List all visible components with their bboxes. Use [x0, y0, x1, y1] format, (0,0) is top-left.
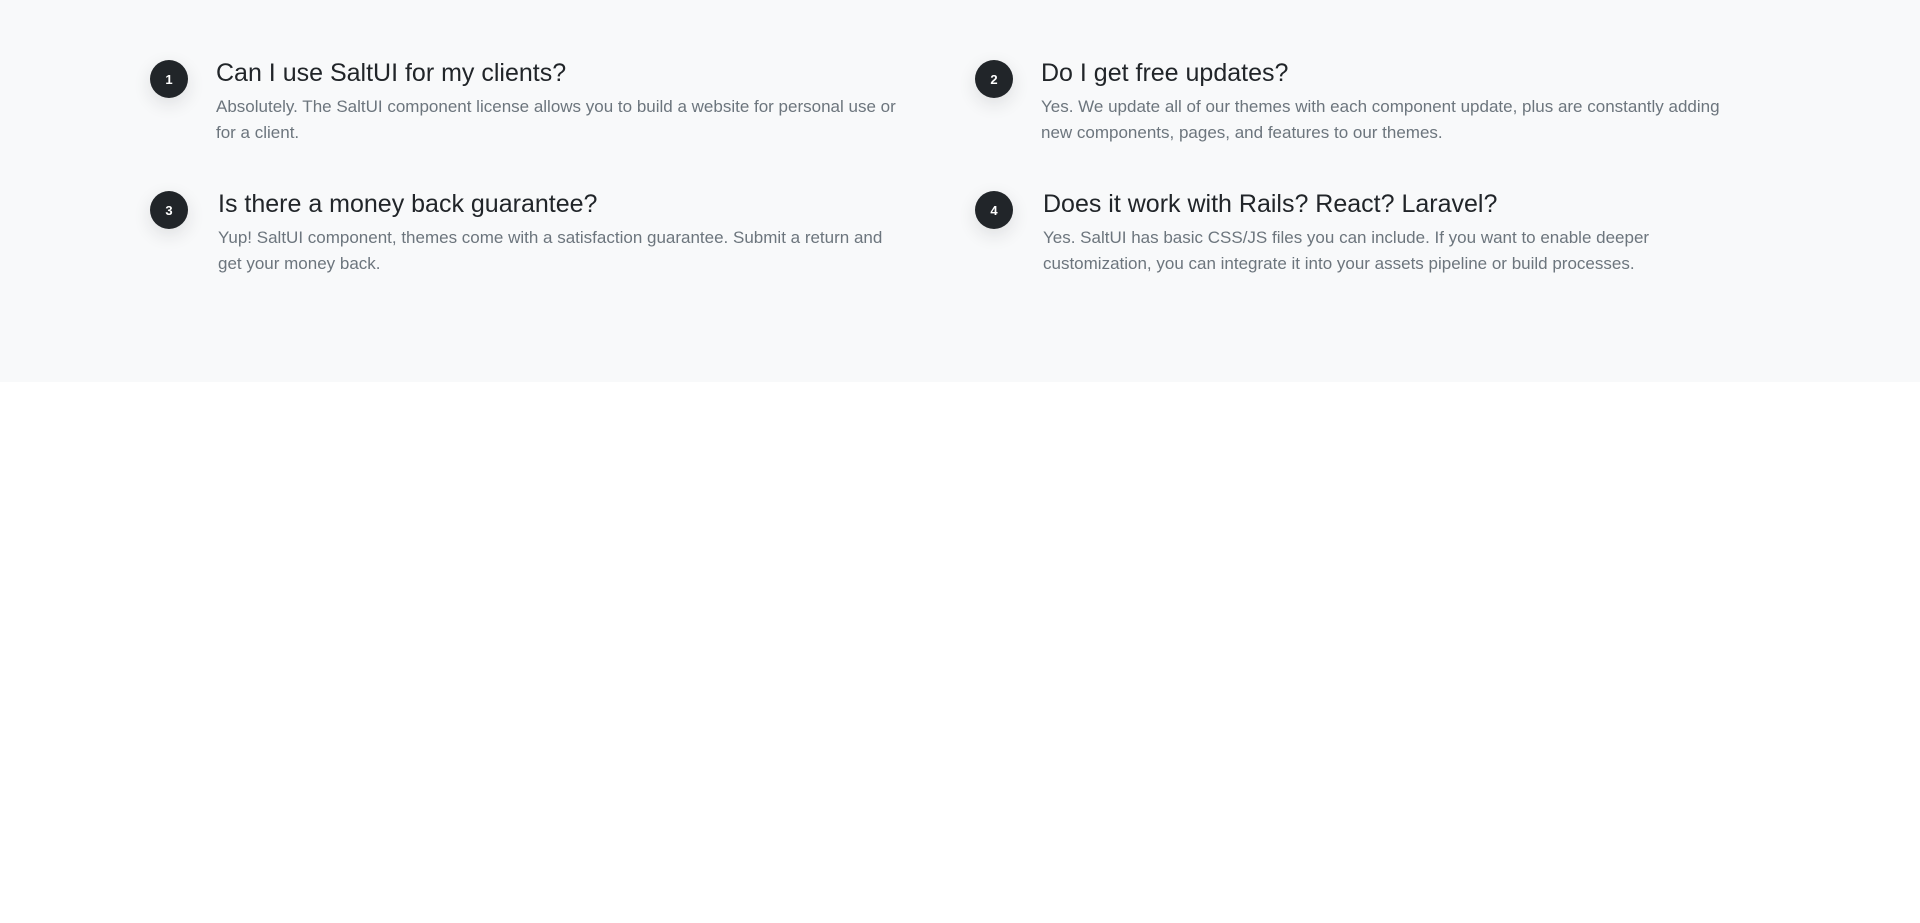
- faq-number-badge: 1: [150, 60, 188, 98]
- faq-number-badge: 2: [975, 60, 1013, 98]
- faq-section: 1 Can I use SaltUI for my clients? Absol…: [0, 0, 1920, 382]
- faq-content: Do I get free updates? Yes. We update al…: [1041, 57, 1731, 146]
- faq-question: Do I get free updates?: [1041, 59, 1289, 87]
- faq-question: Can I use SaltUI for my clients?: [216, 59, 567, 87]
- faq-question: Does it work with Rails? React? Laravel?: [1043, 190, 1498, 218]
- faq-content: Does it work with Rails? React? Laravel?…: [1043, 188, 1733, 277]
- faq-answer: Yup! SaltUI component, themes come with …: [218, 228, 883, 273]
- faq-number-badge: 4: [975, 191, 1013, 229]
- faq-question: Is there a money back guarantee?: [218, 190, 598, 218]
- faq-number-badge: 3: [150, 191, 188, 229]
- faq-answer: Yes. We update all of our themes with ea…: [1041, 97, 1720, 142]
- faq-answer: Absolutely. The SaltUI component license…: [216, 97, 896, 142]
- faq-answer: Yes. SaltUI has basic CSS/JS files you c…: [1043, 228, 1650, 273]
- faq-content: Can I use SaltUI for my clients? Absolut…: [216, 57, 906, 146]
- faq-content: Is there a money back guarantee? Yup! Sa…: [218, 188, 908, 277]
